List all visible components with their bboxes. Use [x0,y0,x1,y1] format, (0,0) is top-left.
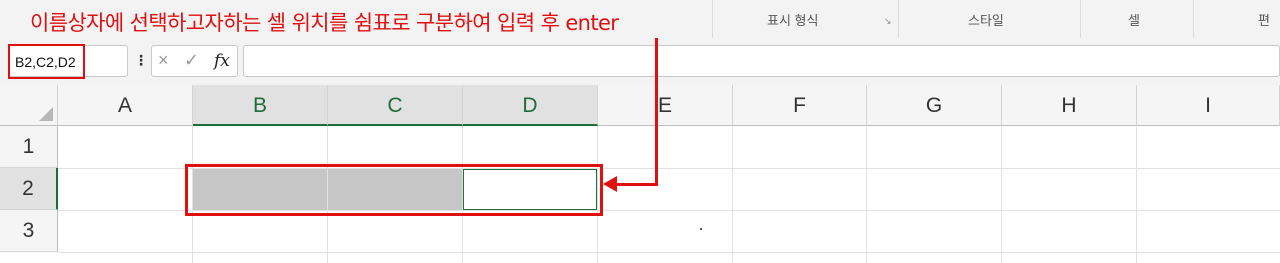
formula-input[interactable] [243,45,1280,77]
annotation-instruction: 이름상자에 선택하고자하는 셀 위치를 쉼표로 구분하여 입력 후 enter [30,11,619,35]
insert-function-icon[interactable]: fx [214,51,230,71]
column-header-d[interactable]: D [463,85,598,126]
select-all-icon [39,107,53,121]
column-header-b[interactable]: B [193,85,328,126]
stray-dot [700,228,702,230]
ribbon-group-cells[interactable]: 셀 [1128,10,1140,29]
column-header-a[interactable]: A [58,85,193,126]
gridline [58,252,1280,253]
arrow-left-icon [603,176,617,192]
row-header-2[interactable]: 2 [0,168,58,210]
gridline [732,126,733,263]
row-header-3[interactable]: 3 [0,210,58,252]
ribbon-separator [1080,0,1081,38]
annotation-arrow-line [655,38,658,186]
ribbon-separator [898,0,899,38]
column-header-h[interactable]: H [1002,85,1137,126]
select-all-corner[interactable] [0,85,58,126]
ribbon-group-editing[interactable]: 편 [1258,10,1270,29]
gridline [1001,126,1002,263]
column-header-c[interactable]: C [328,85,463,126]
selection-highlight-box [185,164,603,216]
gridline [1136,126,1137,263]
formula-buttons: × ✓ fx [151,45,238,77]
gridline [866,126,867,263]
formula-bar: B2,C2,D2 ⋮ × ✓ fx [0,40,1280,88]
column-header-g[interactable]: G [867,85,1002,126]
dialog-launcher-icon[interactable]: ↘ [884,16,892,27]
ribbon-separator [1193,0,1194,38]
ribbon-separator [712,0,713,38]
ribbon-group-styles[interactable]: 스타일 [968,10,1004,29]
name-box-highlight [8,44,85,79]
column-header-f[interactable]: F [733,85,867,126]
more-options-icon[interactable]: ⋮ [134,52,148,69]
cancel-icon[interactable]: × [158,50,169,71]
annotation-arrow-line [616,183,658,186]
enter-check-icon[interactable]: ✓ [184,50,199,71]
ribbon-group-number-format[interactable]: 표시 형식 [767,10,818,29]
column-header-e[interactable]: E [598,85,733,126]
row-header-1[interactable]: 1 [0,126,58,168]
column-header-i[interactable]: I [1137,85,1280,126]
